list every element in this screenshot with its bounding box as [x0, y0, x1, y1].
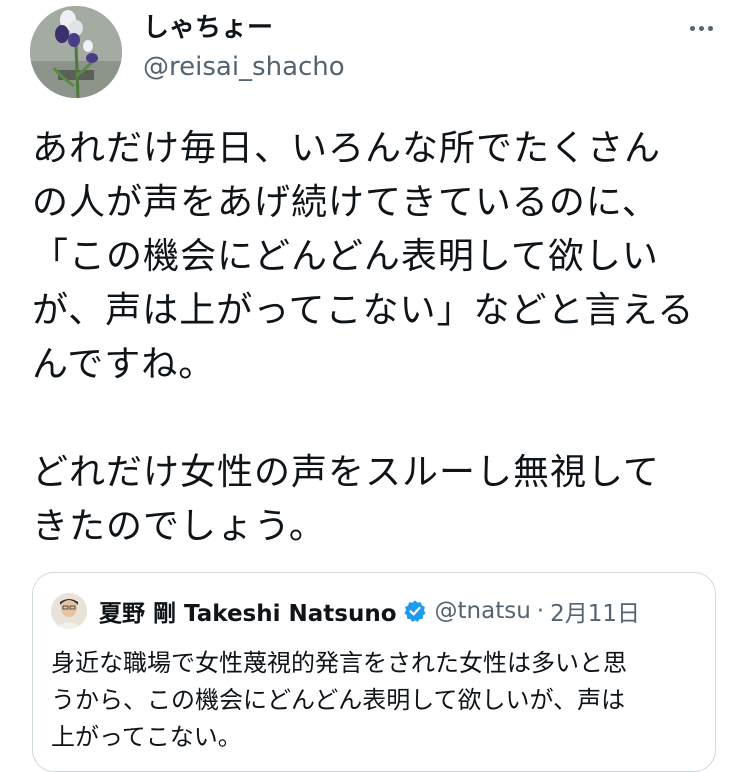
more-horizontal-icon-dot — [707, 25, 713, 31]
author-avatar[interactable] — [30, 6, 122, 98]
author-display-name[interactable]: しゃちょー — [143, 10, 273, 46]
quoted-author-avatar[interactable] — [51, 593, 87, 629]
iris-flower-photo — [30, 6, 122, 98]
author-handle[interactable]: @reisai_shacho — [143, 50, 345, 84]
quoted-author-handle[interactable]: @tnatsu — [435, 598, 531, 624]
more-horizontal-icon — [689, 25, 695, 31]
quoted-author-name[interactable]: 夏野 剛 Takeshi Natsuno — [99, 594, 397, 628]
verified-badge-icon — [403, 599, 427, 623]
quoted-tweet-date[interactable]: 2月11日 — [550, 594, 640, 628]
tweet-text: あれだけ毎日、いろんな所でたくさん の人が声をあげ続けてきているのに、 「この機… — [32, 128, 695, 547]
quoted-tweet-header: 夏野 剛 Takeshi Natsuno @tnatsu · 2月11日 — [99, 591, 640, 631]
header-separator: · — [536, 598, 545, 624]
portrait-photo — [51, 593, 87, 629]
tweet: しゃちょー @reisai_shacho あれだけ毎日、いろんな所でたくさん の… — [0, 0, 750, 772]
more-options-button[interactable] — [676, 10, 726, 46]
quoted-tweet[interactable]: 夏野 剛 Takeshi Natsuno @tnatsu · 2月11日 身近な… — [32, 572, 716, 772]
more-horizontal-icon-dot — [698, 25, 704, 31]
quoted-tweet-text: 身近な職場で女性蔑視的発言をされた女性は多いと思 うから、この機会にどんどん表明… — [51, 649, 627, 751]
